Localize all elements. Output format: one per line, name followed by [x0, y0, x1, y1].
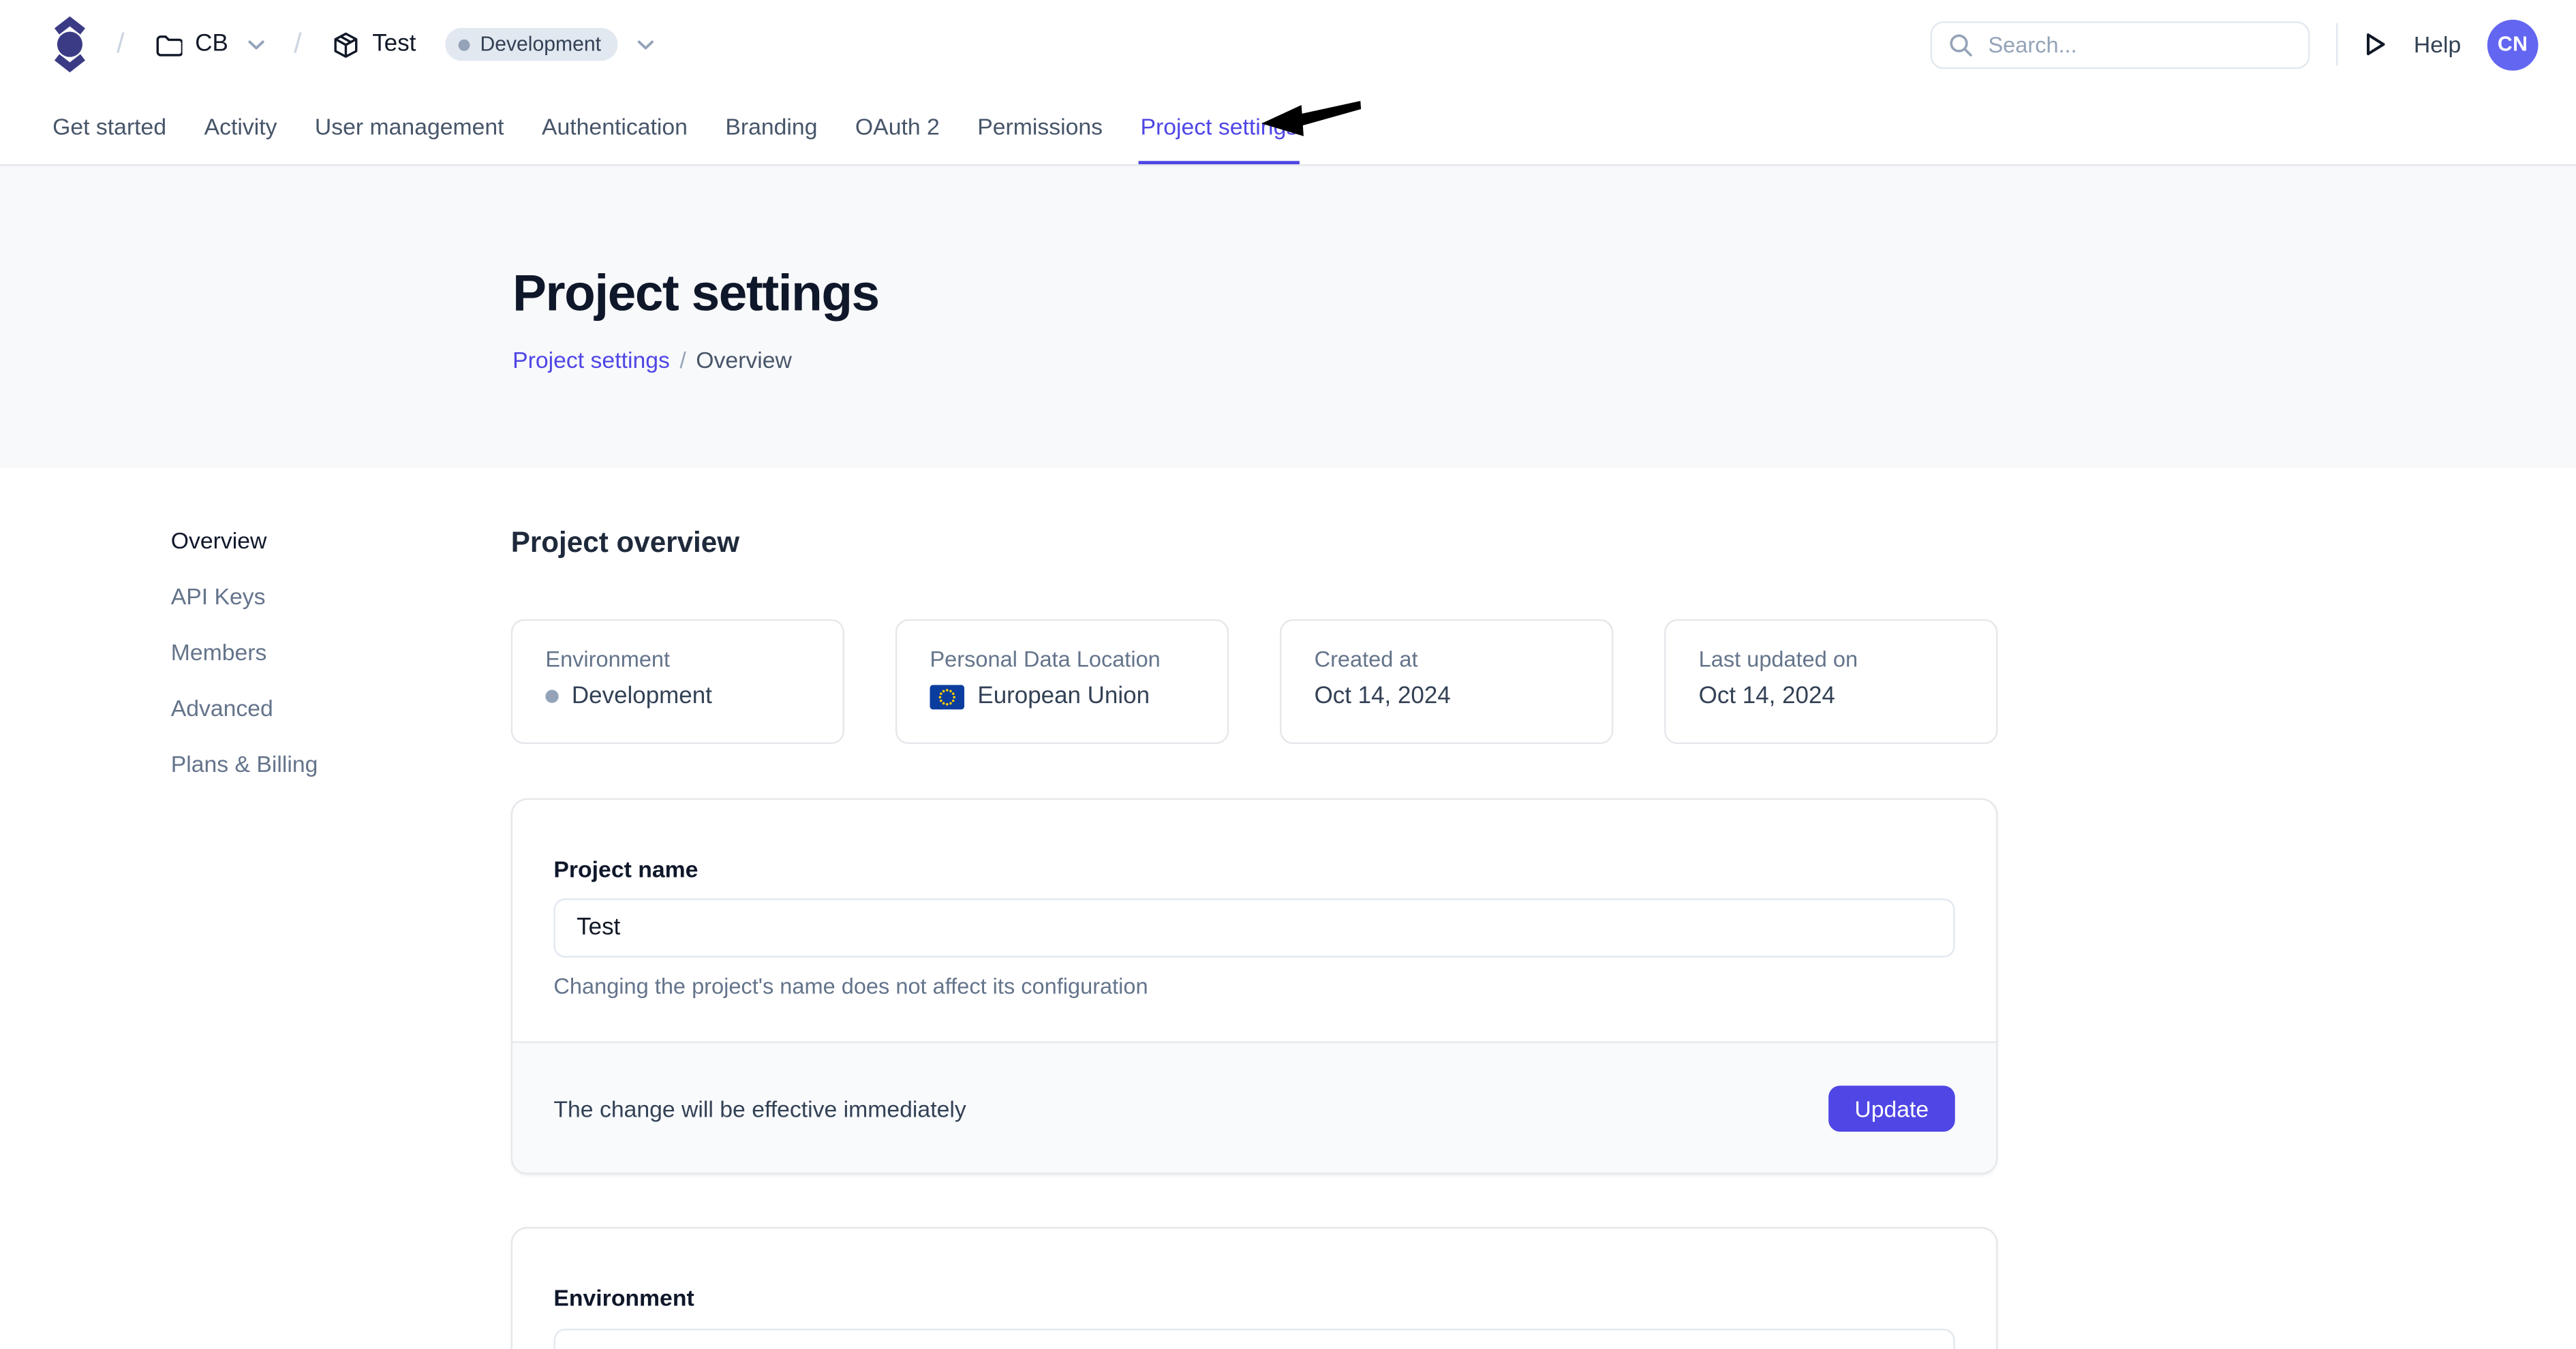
tab-authentication[interactable]: Authentication — [540, 89, 690, 164]
project-name: Test — [372, 31, 416, 58]
card-label: Personal Data Location — [930, 647, 1194, 672]
tab-oauth2[interactable]: OAuth 2 — [854, 89, 942, 164]
eu-flag-icon — [930, 684, 964, 709]
tab-bar: Get started Activity User management Aut… — [0, 89, 2576, 166]
card-value-text: Oct 14, 2024 — [1699, 683, 1835, 710]
project-name-panel-body: Project name Changing the project's name… — [512, 800, 1996, 1041]
search-icon — [1949, 32, 1974, 57]
card-label: Last updated on — [1699, 647, 1963, 672]
org-name: CB — [195, 31, 228, 58]
sidebar-item-advanced[interactable]: Advanced — [171, 695, 511, 722]
content-area: Overview API Keys Members Advanced Plans… — [0, 468, 2576, 1349]
package-icon — [331, 31, 359, 59]
sidebar-item-plans-billing[interactable]: Plans & Billing — [171, 751, 511, 777]
tab-get-started[interactable]: Get started — [51, 89, 168, 164]
tab-branding[interactable]: Branding — [724, 89, 819, 164]
project-name-input[interactable] — [553, 899, 1954, 958]
sidebar-item-members[interactable]: Members — [171, 639, 511, 666]
top-bar: / CB / — [0, 0, 2576, 89]
card-value: European Union — [930, 683, 1194, 710]
org-switcher[interactable]: CB — [154, 31, 264, 58]
help-link[interactable]: Help — [2414, 31, 2461, 58]
app-logo-icon[interactable] — [52, 13, 87, 76]
card-value-text: Oct 14, 2024 — [1315, 683, 1451, 710]
breadcrumb-current: Overview — [696, 347, 792, 373]
card-last-updated: Last updated on Oct 14, 2024 — [1664, 619, 1997, 744]
folder-icon — [154, 32, 182, 57]
project-name-label: Project name — [553, 856, 1954, 882]
section-heading: Project overview — [511, 525, 1998, 560]
breadcrumb: Project settings / Overview — [512, 347, 2576, 373]
page-title: Project settings — [512, 264, 2576, 324]
page-header: Project settings Project settings / Over… — [0, 166, 2576, 468]
project-name-panel: Project name Changing the project's name… — [511, 798, 1998, 1175]
card-label: Created at — [1315, 647, 1579, 672]
overview-cards: Environment Development Personal Data Lo… — [511, 619, 1998, 744]
settings-sidebar: Overview API Keys Members Advanced Plans… — [171, 525, 511, 1349]
card-data-location: Personal Data Location — [895, 619, 1229, 744]
environment-badge-label: Development — [480, 33, 601, 56]
environment-dot-icon — [545, 689, 558, 702]
breadcrumb-separator: / — [117, 28, 124, 61]
run-demo-icon[interactable] — [2365, 31, 2388, 58]
chevron-down-icon — [248, 39, 264, 50]
top-bar-right: Help CN — [1931, 19, 2538, 70]
update-button[interactable]: Update — [1828, 1085, 1955, 1131]
environment-select[interactable]: Development — [553, 1329, 1954, 1349]
tab-activity[interactable]: Activity — [202, 89, 279, 164]
top-bar-left: / CB / — [52, 13, 654, 76]
card-value-text: European Union — [977, 683, 1150, 710]
sidebar-item-overview[interactable]: Overview — [171, 527, 511, 554]
breadcrumb-parent-link[interactable]: Project settings — [512, 347, 670, 373]
app-root: / CB / — [0, 0, 2576, 1349]
search-box[interactable] — [1931, 20, 2310, 68]
breadcrumb-separator: / — [294, 28, 301, 61]
topbar-divider — [2337, 23, 2338, 66]
environment-panel: Environment Development — [511, 1227, 1998, 1349]
card-value: Oct 14, 2024 — [1315, 683, 1579, 710]
card-value-text: Development — [572, 683, 712, 710]
breadcrumb-separator: / — [679, 347, 686, 373]
tab-user-management[interactable]: User management — [313, 89, 506, 164]
chevron-down-icon — [637, 39, 654, 50]
sidebar-item-api-keys[interactable]: API Keys — [171, 583, 511, 610]
project-name-panel-footer: The change will be effective immediately… — [512, 1041, 1996, 1173]
card-label: Environment — [545, 647, 810, 672]
user-avatar[interactable]: CN — [2487, 19, 2539, 70]
footer-note: The change will be effective immediately — [553, 1095, 966, 1121]
card-value: Development — [545, 683, 810, 710]
main-panel: Project overview Environment Development… — [511, 525, 1998, 1349]
project-switcher[interactable]: Test Development — [331, 28, 654, 61]
card-created-at: Created at Oct 14, 2024 — [1280, 619, 1613, 744]
environment-badge: Development — [446, 28, 617, 61]
project-name-helper: Changing the project's name does not aff… — [553, 974, 1954, 999]
tab-permissions[interactable]: Permissions — [976, 89, 1105, 164]
environment-label: Environment — [553, 1284, 1954, 1311]
card-environment: Environment Development — [511, 619, 844, 744]
search-input[interactable] — [1988, 32, 2292, 57]
environment-panel-body: Environment Development — [512, 1228, 1996, 1349]
annotation-arrow — [1260, 98, 1365, 149]
card-value: Oct 14, 2024 — [1699, 683, 1963, 710]
environment-dot-icon — [459, 39, 470, 50]
environment-select-value: Development — [603, 1345, 739, 1349]
